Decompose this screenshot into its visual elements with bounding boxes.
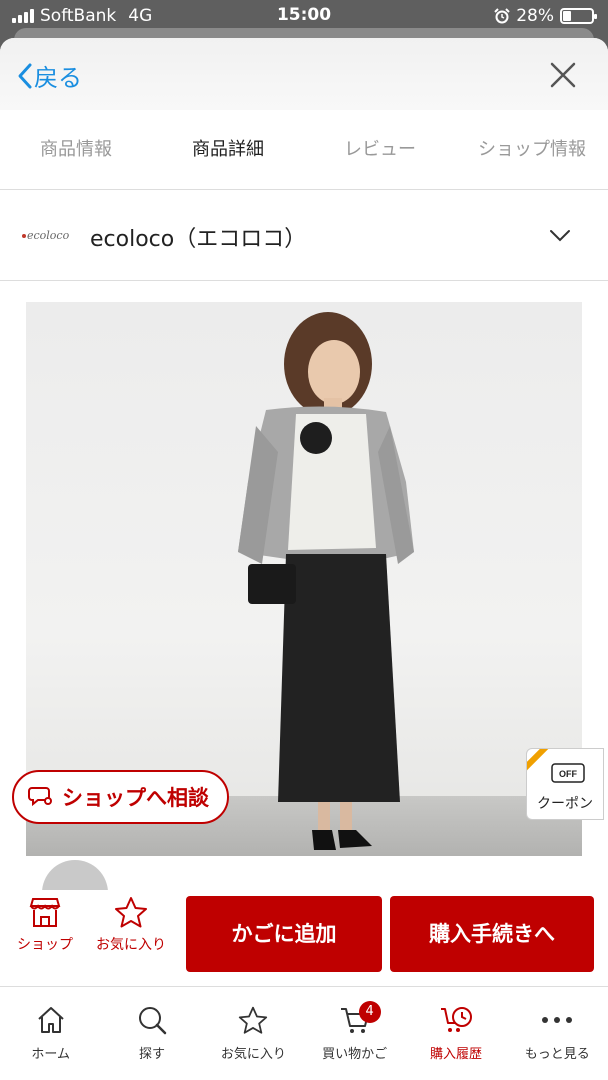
coupon-stripe — [527, 749, 550, 777]
coupon-ticket-icon: OFF — [551, 763, 585, 783]
home-icon — [37, 1007, 64, 1033]
back-label: 戻る — [34, 64, 82, 92]
battery-percent: 28% — [516, 6, 554, 26]
favorite-action-label: お気に入り — [96, 937, 166, 953]
checkout-button[interactable]: 購入手続きへ — [390, 896, 594, 972]
coupon-button[interactable]: OFF クーポン — [526, 748, 604, 820]
shop-logo: ecoloco — [22, 229, 69, 242]
shop-action[interactable]: ショップ — [0, 896, 90, 954]
star-icon — [239, 1006, 268, 1034]
more-icon — [542, 1017, 573, 1023]
back-button[interactable]: 戻る — [16, 58, 82, 93]
shop-icon — [29, 898, 61, 927]
star-outline-icon — [115, 897, 147, 928]
history-icon — [440, 1007, 472, 1032]
search-icon — [138, 1007, 167, 1035]
tabbar-search-label: 探す — [138, 1047, 165, 1062]
tabbar-cart-label: 買い物かご — [322, 1047, 388, 1062]
shop-action-label: ショップ — [17, 937, 73, 953]
tabbar-home-label: ホーム — [31, 1047, 70, 1062]
shop-consult-button[interactable]: ショップへ相談 — [12, 770, 229, 824]
tabbar-cart[interactable]: 4 買い物かご — [304, 987, 405, 1080]
tabbar-favorites[interactable]: お気に入り — [203, 987, 304, 1080]
tab-review[interactable]: レビュー — [304, 110, 456, 189]
tab-product-detail[interactable]: 商品詳細 — [152, 110, 304, 189]
consult-label: ショップへ相談 — [62, 786, 209, 810]
tabbar-home[interactable]: ホーム — [0, 987, 101, 1080]
modal-sheet: 戻る 商品情報 商品詳細 レビュー ショップ情報 ecoloco ecoloco… — [0, 38, 608, 1080]
chevron-down-icon[interactable] — [548, 225, 572, 245]
cart-badge: 4 — [358, 1001, 381, 1023]
tabbar-favorites-label: お気に入り — [220, 1047, 286, 1062]
chevron-left-icon — [18, 63, 32, 88]
add-to-cart-button[interactable]: かごに追加 — [186, 896, 382, 972]
purchase-action-bar: ショップ お気に入り かごに追加 購入手続きへ — [0, 890, 608, 986]
battery-icon — [560, 8, 597, 24]
tabbar-more[interactable]: もっと見る — [507, 987, 608, 1080]
tabbar-more-label: もっと見る — [524, 1047, 590, 1062]
product-tabs: 商品情報 商品詳細 レビュー ショップ情報 — [0, 110, 608, 190]
shop-name: ecoloco（エコロコ） — [90, 227, 307, 252]
tab-shop-info[interactable]: ショップ情報 — [456, 110, 608, 189]
alarm-icon — [494, 8, 510, 24]
shop-selector[interactable]: ecoloco ecoloco（エコロコ） — [0, 191, 608, 281]
top-nav: 戻る — [0, 38, 608, 110]
tabbar-history[interactable]: 購入履歴 — [405, 987, 506, 1080]
chat-icon — [28, 787, 52, 807]
close-icon[interactable] — [548, 60, 578, 90]
bottom-tab-bar: ホーム 探す お気に入り 4 買い物かご 購入履歴 もっと見る — [0, 986, 608, 1080]
coupon-label: クーポン — [537, 796, 593, 812]
tab-product-info[interactable]: 商品情報 — [0, 110, 152, 189]
tabbar-search[interactable]: 探す — [101, 987, 202, 1080]
tabbar-history-label: 購入履歴 — [429, 1047, 482, 1062]
status-right: 28% — [494, 6, 597, 26]
svg-text:OFF: OFF — [559, 769, 577, 779]
favorite-action[interactable]: お気に入り — [86, 896, 176, 954]
